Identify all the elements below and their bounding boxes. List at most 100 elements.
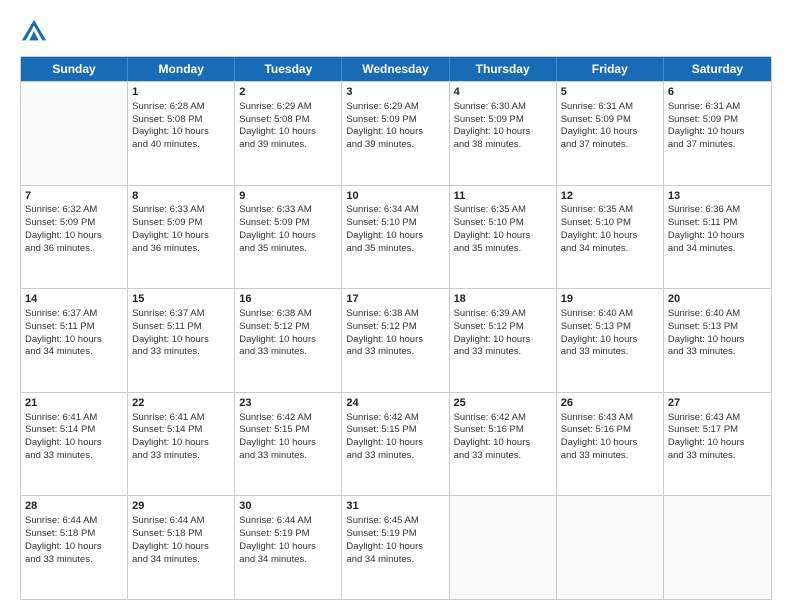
day-number: 28 — [25, 499, 123, 514]
calendar-day-cell: 13Sunrise: 6:36 AMSunset: 5:11 PMDayligh… — [664, 186, 771, 289]
day-info-line: Daylight: 10 hours — [454, 230, 552, 243]
calendar-day-cell: 31Sunrise: 6:45 AMSunset: 5:19 PMDayligh… — [342, 496, 449, 599]
day-info-line: Sunset: 5:18 PM — [132, 528, 230, 541]
day-info-line: and 39 minutes. — [239, 139, 337, 152]
empty-cell — [664, 496, 771, 599]
day-info-line: and 33 minutes. — [132, 346, 230, 359]
day-info-line: Sunrise: 6:34 AM — [346, 204, 444, 217]
calendar-day-cell: 4Sunrise: 6:30 AMSunset: 5:09 PMDaylight… — [450, 82, 557, 185]
day-number: 17 — [346, 292, 444, 307]
day-info-line: Daylight: 10 hours — [454, 334, 552, 347]
day-info-line: Daylight: 10 hours — [239, 334, 337, 347]
calendar-row: 14Sunrise: 6:37 AMSunset: 5:11 PMDayligh… — [21, 288, 771, 392]
day-info-line: Daylight: 10 hours — [668, 230, 767, 243]
day-number: 12 — [561, 189, 659, 204]
calendar-day-cell: 1Sunrise: 6:28 AMSunset: 5:08 PMDaylight… — [128, 82, 235, 185]
day-info-line: Sunrise: 6:29 AM — [346, 101, 444, 114]
day-info-line: Sunrise: 6:38 AM — [346, 308, 444, 321]
day-info-line: and 33 minutes. — [454, 450, 552, 463]
day-info-line: Daylight: 10 hours — [132, 541, 230, 554]
day-info-line: Sunset: 5:09 PM — [561, 114, 659, 127]
calendar-header: SundayMondayTuesdayWednesdayThursdayFrid… — [21, 57, 771, 81]
day-info-line: Sunrise: 6:31 AM — [668, 101, 767, 114]
weekday-header: Thursday — [450, 57, 557, 81]
day-info-line: and 33 minutes. — [132, 450, 230, 463]
day-info-line: Daylight: 10 hours — [454, 126, 552, 139]
day-info-line: Sunrise: 6:28 AM — [132, 101, 230, 114]
day-info-line: Daylight: 10 hours — [346, 126, 444, 139]
day-info-line: Sunset: 5:16 PM — [561, 424, 659, 437]
day-number: 24 — [346, 396, 444, 411]
day-info-line: Sunrise: 6:38 AM — [239, 308, 337, 321]
weekday-header: Friday — [557, 57, 664, 81]
calendar-day-cell: 14Sunrise: 6:37 AMSunset: 5:11 PMDayligh… — [21, 289, 128, 392]
day-info-line: Sunrise: 6:42 AM — [454, 412, 552, 425]
weekday-header: Monday — [128, 57, 235, 81]
day-info-line: Daylight: 10 hours — [454, 437, 552, 450]
calendar-day-cell: 23Sunrise: 6:42 AMSunset: 5:15 PMDayligh… — [235, 393, 342, 496]
day-info-line: Daylight: 10 hours — [668, 437, 767, 450]
day-info-line: Daylight: 10 hours — [132, 437, 230, 450]
weekday-header: Sunday — [21, 57, 128, 81]
day-info-line: Daylight: 10 hours — [346, 334, 444, 347]
calendar-row: 21Sunrise: 6:41 AMSunset: 5:14 PMDayligh… — [21, 392, 771, 496]
day-info-line: Daylight: 10 hours — [561, 230, 659, 243]
day-number: 30 — [239, 499, 337, 514]
day-info-line: Sunset: 5:11 PM — [25, 321, 123, 334]
day-info-line: Sunset: 5:10 PM — [561, 217, 659, 230]
day-info-line: Sunset: 5:12 PM — [346, 321, 444, 334]
day-info-line: Sunset: 5:13 PM — [668, 321, 767, 334]
day-info-line: Sunrise: 6:35 AM — [561, 204, 659, 217]
calendar-day-cell: 12Sunrise: 6:35 AMSunset: 5:10 PMDayligh… — [557, 186, 664, 289]
day-info-line: Sunrise: 6:37 AM — [25, 308, 123, 321]
day-number: 31 — [346, 499, 444, 514]
day-number: 20 — [668, 292, 767, 307]
calendar-day-cell: 20Sunrise: 6:40 AMSunset: 5:13 PMDayligh… — [664, 289, 771, 392]
day-info-line: Sunset: 5:15 PM — [346, 424, 444, 437]
day-info-line: Daylight: 10 hours — [561, 334, 659, 347]
calendar-day-cell: 15Sunrise: 6:37 AMSunset: 5:11 PMDayligh… — [128, 289, 235, 392]
day-info-line: and 35 minutes. — [239, 243, 337, 256]
day-info-line: Sunrise: 6:33 AM — [239, 204, 337, 217]
day-info-line: and 34 minutes. — [132, 554, 230, 567]
calendar-day-cell: 19Sunrise: 6:40 AMSunset: 5:13 PMDayligh… — [557, 289, 664, 392]
day-info-line: Sunrise: 6:43 AM — [668, 412, 767, 425]
day-info-line: Sunrise: 6:44 AM — [25, 515, 123, 528]
day-info-line: Daylight: 10 hours — [132, 230, 230, 243]
day-number: 19 — [561, 292, 659, 307]
day-number: 25 — [454, 396, 552, 411]
day-info-line: Sunset: 5:11 PM — [668, 217, 767, 230]
day-info-line: and 34 minutes. — [346, 554, 444, 567]
day-info-line: and 35 minutes. — [454, 243, 552, 256]
day-info-line: and 34 minutes. — [239, 554, 337, 567]
calendar-row: 28Sunrise: 6:44 AM Sunset: 5:18 PMDayligh… — [21, 495, 771, 599]
calendar-day-cell: 2Sunrise: 6:29 AMSunset: 5:08 PMDaylight… — [235, 82, 342, 185]
day-number: 27 — [668, 396, 767, 411]
day-number: 1 — [132, 85, 230, 100]
calendar-day-cell: 27Sunrise: 6:43 AMSunset: 5:17 PMDayligh… — [664, 393, 771, 496]
day-info-line: Sunrise: 6:36 AM — [668, 204, 767, 217]
calendar-body: 1Sunrise: 6:28 AMSunset: 5:08 PM Daylight… — [21, 81, 771, 599]
calendar-day-cell: 22Sunrise: 6:41 AMSunset: 5:14 PMDayligh… — [128, 393, 235, 496]
day-info-line: Daylight: 10 hours — [561, 126, 659, 139]
day-number: 7 — [25, 189, 123, 204]
day-info-line: Sunrise: 6:42 AM — [239, 412, 337, 425]
day-info-line: Sunrise: 6:37 AM — [132, 308, 230, 321]
day-info-line: and 33 minutes. — [239, 346, 337, 359]
calendar-day-cell: 21Sunrise: 6:41 AMSunset: 5:14 PMDayligh… — [21, 393, 128, 496]
logo — [20, 18, 52, 46]
day-info-line: Sunrise: 6:43 AM — [561, 412, 659, 425]
day-info-line: Sunrise: 6:32 AM — [25, 204, 123, 217]
calendar-day-cell: 28Sunrise: 6:44 AMSunset: 5:18 PMDayligh… — [21, 496, 128, 599]
header — [20, 18, 772, 46]
day-number: 29 — [132, 499, 230, 514]
day-info-line: Sunset: 5:15 PM — [239, 424, 337, 437]
day-info-line: Sunset: 5:08 PM — [132, 114, 230, 127]
day-info-line: Daylight: 10 hours — [25, 334, 123, 347]
calendar-day-cell: 24Sunrise: 6:42 AMSunset: 5:15 PMDayligh… — [342, 393, 449, 496]
day-info-line: Sunset: 5:10 PM — [454, 217, 552, 230]
day-info-line: Sunrise: 6:31 AM — [561, 101, 659, 114]
day-info-line: Sunrise: 6:30 AM — [454, 101, 552, 114]
calendar-day-cell: 6Sunrise: 6:31 AMSunset: 5:09 PMDaylight… — [664, 82, 771, 185]
calendar-day-cell: 30Sunrise: 6:44 AMSunset: 5:19 PMDayligh… — [235, 496, 342, 599]
